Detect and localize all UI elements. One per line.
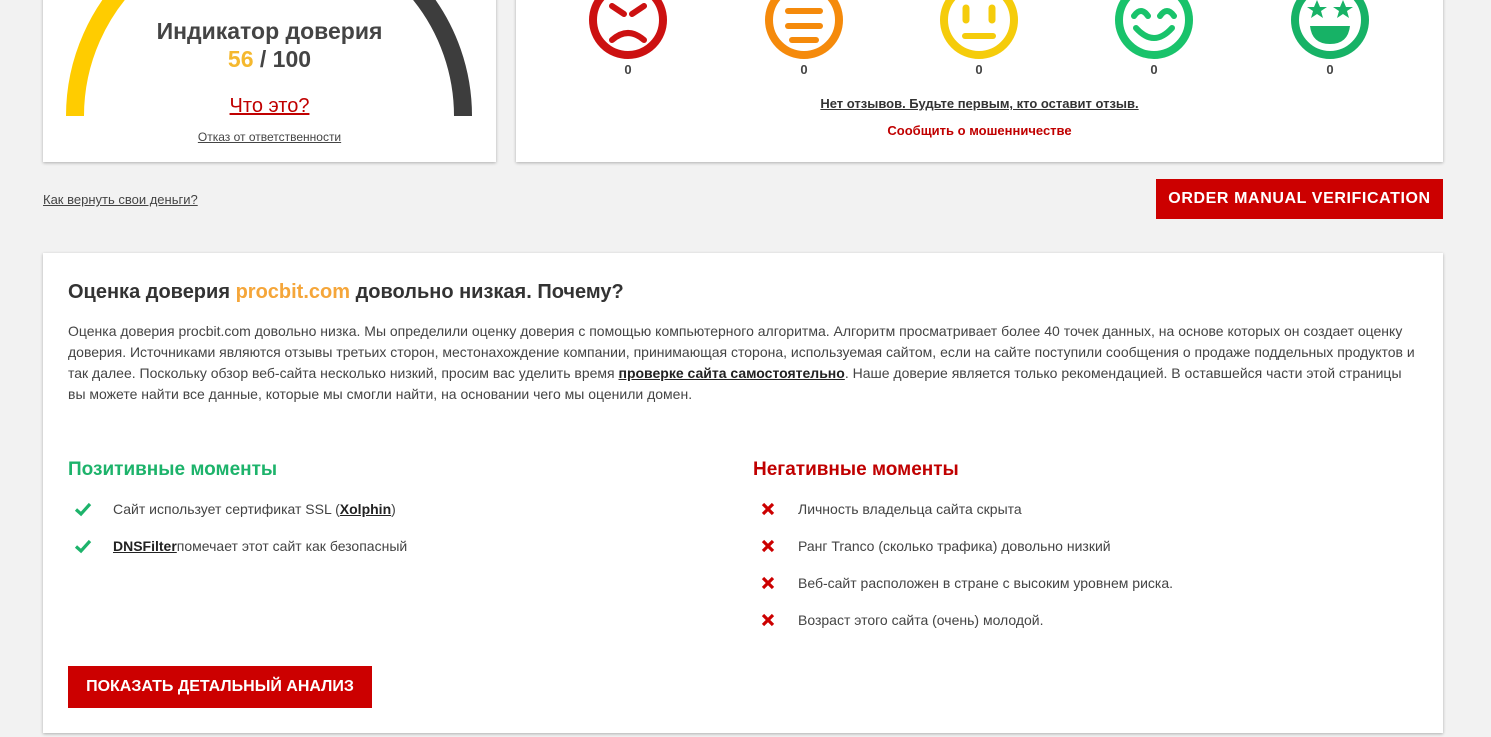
cross-icon	[759, 574, 777, 592]
analysis-title-suffix: довольно низкая. Почему?	[350, 281, 624, 303]
angry-face-icon[interactable]	[588, 0, 668, 60]
positive-item: DNSFilter помечает этот сайт как безопас…	[74, 536, 407, 556]
dnsfilter-link[interactable]: DNSFilter	[113, 538, 177, 554]
check-icon	[74, 537, 92, 555]
analysis-title: Оценка доверия procbit.com довольно низк…	[68, 281, 624, 304]
negative-title: Негативные моменты	[753, 459, 959, 480]
reviews-card: 0 0 0 0 0 Нет отзывов. Будьте первым, кт…	[516, 0, 1443, 162]
neutral-count: 0	[975, 62, 983, 77]
what-is-this-link[interactable]: Что это?	[43, 95, 496, 118]
negative-item-text: Ранг Tranco (сколько трафика) довольно н…	[798, 538, 1111, 554]
analysis-title-prefix: Оценка доверия	[68, 281, 236, 303]
negative-item: Ранг Tranco (сколько трафика) довольно н…	[759, 536, 1111, 556]
negative-item-text: Веб-сайт расположен в стране с высоким у…	[798, 575, 1174, 591]
negative-item-text: Возраст этого сайта (очень) молодой.	[798, 612, 1044, 628]
negative-item-text: Личность владельца сайта скрыта	[798, 501, 1022, 517]
show-detailed-analysis-button[interactable]: ПОКАЗАТЬ ДЕТАЛЬНЫЙ АНАЛИЗ	[68, 666, 372, 708]
positive-item-text: помечает этот сайт как безопасный	[176, 538, 408, 554]
star-eyes-count: 0	[1326, 62, 1334, 77]
negative-item: Личность владельца сайта скрыта	[759, 499, 1022, 519]
unhappy-face-icon[interactable]	[764, 0, 844, 60]
trust-score-value: 56	[227, 46, 254, 72]
positive-item: Сайт использует сертификат SSL (Xolphin)	[74, 499, 396, 519]
star-eyes-face-icon[interactable]	[1290, 0, 1370, 60]
cross-icon	[759, 500, 777, 518]
refund-link[interactable]: Как вернуть свои деньги?	[43, 192, 198, 207]
check-icon	[74, 500, 92, 518]
order-manual-verification-button[interactable]: ORDER MANUAL VERIFICATION	[1156, 179, 1443, 219]
cross-icon	[759, 537, 777, 555]
analysis-description: Оценка доверия procbit.com довольно низк…	[68, 321, 1418, 405]
report-fraud-link[interactable]: Сообщить о мошенничестве	[516, 123, 1443, 138]
smiling-face-icon[interactable]	[1114, 0, 1194, 60]
cross-icon	[759, 611, 777, 629]
negative-item: Веб-сайт расположен в стране с высоким у…	[759, 573, 1173, 593]
trust-score-max: / 100	[259, 46, 312, 72]
positive-title: Позитивные моменты	[68, 459, 278, 480]
neutral-face-icon[interactable]	[939, 0, 1019, 60]
angry-count: 0	[624, 62, 632, 77]
disclaimer-link[interactable]: Отказ от ответственности	[43, 130, 496, 144]
no-reviews-link[interactable]: Нет отзывов. Будьте первым, кто оставит …	[516, 96, 1443, 111]
trust-score: 56 / 100	[43, 46, 496, 73]
check-site-yourself-link[interactable]: проверке сайта самостоятельно	[619, 365, 845, 381]
smiling-count: 0	[1150, 62, 1158, 77]
positive-item-text-end: )	[391, 501, 396, 517]
trust-indicator-title: Индикатор доверия	[156, 18, 383, 44]
positive-item-text: Сайт использует сертификат SSL (	[113, 501, 340, 517]
analysis-card: Оценка доверия procbit.com довольно низк…	[43, 253, 1443, 733]
trust-score-card: Индикатор доверия 56 / 100 Что это? Отка…	[43, 0, 496, 162]
domain-name: procbit.com	[235, 281, 351, 303]
xolphin-link[interactable]: Xolphin	[340, 501, 391, 517]
unhappy-count: 0	[800, 62, 808, 77]
negative-item: Возраст этого сайта (очень) молодой.	[759, 610, 1044, 630]
